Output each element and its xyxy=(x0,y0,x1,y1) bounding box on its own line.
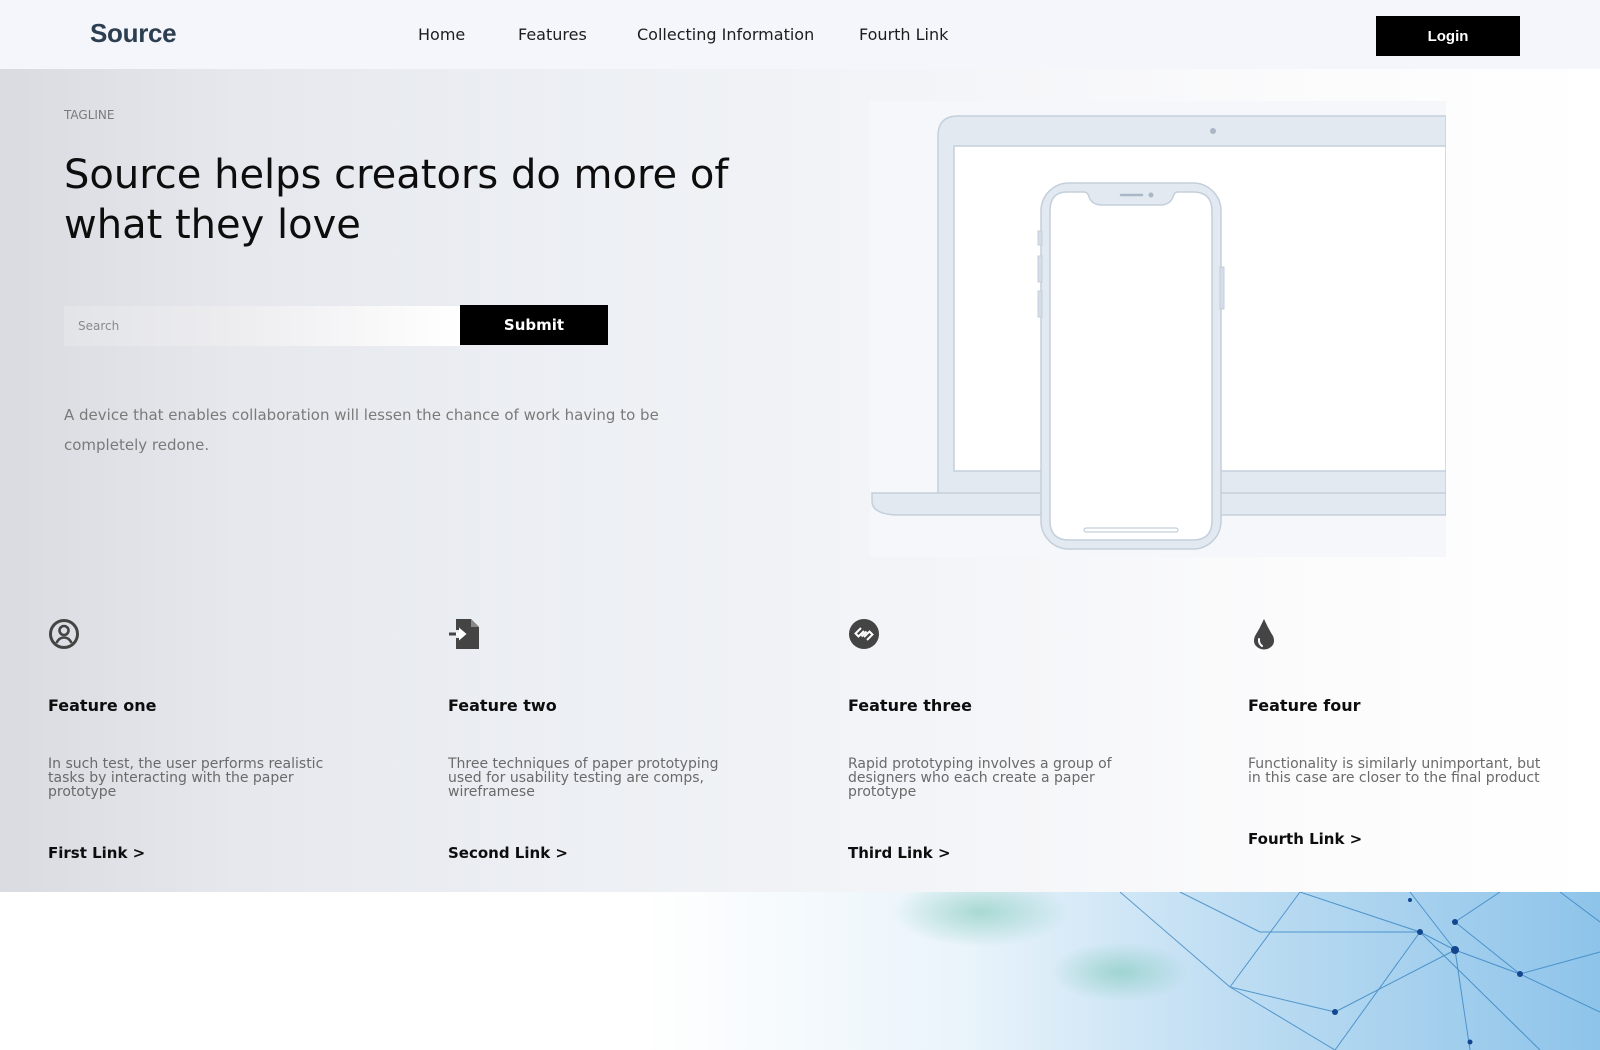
feature-description: Functionality is similarly unimportant, … xyxy=(1248,756,1541,786)
feature-title: Feature one xyxy=(48,696,157,715)
hero-headline: Source helps creators do more of what th… xyxy=(64,152,729,248)
fourth-link[interactable]: Fourth Link > xyxy=(1248,830,1362,848)
top-navbar: Source Home Features Collecting Informat… xyxy=(0,0,1600,69)
nav-link-home[interactable]: Home xyxy=(418,25,465,44)
network-background-image xyxy=(0,892,1600,1050)
feature-description: Three techniques of paper prototyping us… xyxy=(448,756,719,800)
feature-title: Feature two xyxy=(448,696,557,715)
feature-title: Feature three xyxy=(848,696,972,715)
hero-description: A device that enables collaboration will… xyxy=(64,406,659,454)
link-circle-icon xyxy=(849,619,879,649)
first-link[interactable]: First Link > xyxy=(48,844,145,862)
droplet-icon xyxy=(1253,619,1275,650)
brand-logo[interactable]: Source xyxy=(90,18,177,49)
feature-description: In such test, the user performs realisti… xyxy=(48,756,324,800)
feature-card-three: Feature three Rapid prototyping involves… xyxy=(848,618,1148,862)
user-circle-icon xyxy=(49,619,79,649)
feature-card-two: Feature two Three techniques of paper pr… xyxy=(448,618,748,862)
submit-button[interactable]: Submit xyxy=(460,305,608,345)
nav-link-features[interactable]: Features xyxy=(518,25,587,44)
third-link[interactable]: Third Link > xyxy=(848,844,951,862)
second-link[interactable]: Second Link > xyxy=(448,844,568,862)
devices-illustration xyxy=(870,101,1446,557)
tagline: TAGLINE xyxy=(64,108,115,122)
file-import-icon xyxy=(449,619,479,649)
login-button[interactable]: Login xyxy=(1376,16,1520,56)
nav-link-collecting-information[interactable]: Collecting Information xyxy=(637,25,814,44)
nav-link-fourth-link[interactable]: Fourth Link xyxy=(859,25,948,44)
feature-card-four: Feature four Functionality is similarly … xyxy=(1248,618,1548,848)
search-input[interactable] xyxy=(64,306,460,346)
feature-description: Rapid prototyping involves a group of de… xyxy=(848,756,1112,800)
feature-title: Feature four xyxy=(1248,696,1361,715)
feature-card-one: Feature one In such test, the user perfo… xyxy=(48,618,348,862)
